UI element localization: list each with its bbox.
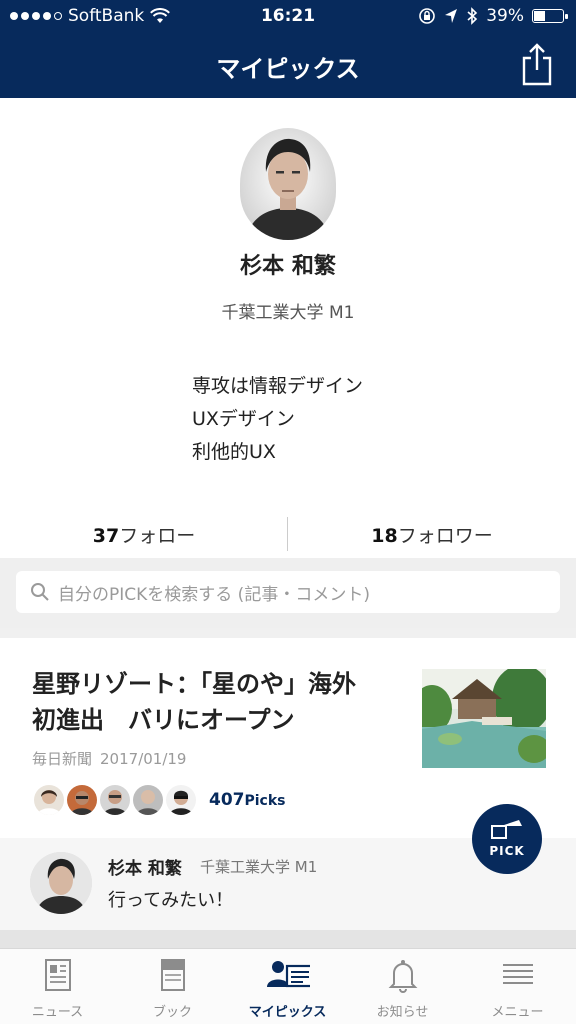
tab-label: ブック [152,1005,192,1020]
article-title[interactable]: 星野リゾート：「星のや」海外 初進出 バリにオープン [32,666,407,738]
page-title: マイピックス [216,55,360,83]
tab-book[interactable]: ブック [115,949,230,1024]
comment-affiliation: 千葉工業大学 M1 [200,858,318,876]
tab-notifications[interactable]: お知らせ [345,949,460,1024]
tab-label: お知らせ [376,1005,429,1020]
tab-label: マイピックス [248,1005,327,1020]
picker-avatar [98,783,132,817]
followers-number: 18 [371,525,398,547]
following-label: フォロー [119,525,196,547]
battery-icon [532,9,568,23]
pick-icon [491,820,522,839]
followers-label: フォロワー [397,525,493,547]
following-count[interactable]: 37フォロー [0,521,288,548]
pick-button-label: PICK [489,844,525,858]
tab-bar: ニュース ブック マイピックス お知らせ メニュー [0,948,576,1024]
battery-percent: 39% [486,6,524,26]
pickers-row[interactable]: 407Picks [32,783,286,817]
follow-stats: 37フォロー 18フォロワー [0,513,576,553]
rotation-lock-icon [419,8,436,24]
search-area: 自分のPICKを検索する (記事・コメント) [0,558,576,628]
tab-news[interactable]: ニュース [0,949,115,1024]
nav-bar: マイピックス [0,32,576,98]
tab-mypicks[interactable]: マイピックス [230,949,345,1024]
picker-avatar [65,783,99,817]
picker-avatar [32,783,66,817]
search-icon [31,583,49,601]
article-title-line: 星野リゾート：「星のや」海外 [32,670,356,698]
share-icon[interactable] [520,42,554,86]
book-icon [161,959,185,991]
search-placeholder: 自分のPICKを検索する (記事・コメント) [58,584,370,605]
location-icon [445,9,458,23]
tab-menu[interactable]: メニュー [460,949,575,1024]
followers-count[interactable]: 18フォロワー [288,521,576,548]
comment-text: 行ってみたい！ [108,890,234,911]
status-bar: SoftBank 16:21 39% [0,0,576,32]
avatar[interactable] [240,128,336,240]
picks-unit: Picks [244,793,286,809]
section-divider [0,930,576,948]
profile-bio: 専攻は情報デザイン UXデザイン 利他的UX [192,370,363,469]
search-input[interactable]: 自分のPICKを検索する (記事・コメント) [16,571,560,613]
picks-number: 407 [209,790,245,810]
article-date: 2017/01/19 [100,750,187,768]
mypicks-icon [267,961,310,988]
comment-author: 杉本 和繁 [108,859,182,879]
tab-label: ニュース [31,1005,84,1020]
following-number: 37 [92,525,120,547]
profile-name: 杉本 和繁 [240,254,336,279]
profile-affiliation: 千葉工業大学 M1 [221,303,355,323]
article-meta: 毎日新聞 2017/01/19 [32,748,186,769]
bio-line: 専攻は情報デザイン [192,375,364,397]
profile-section: 杉本 和繁 千葉工業大学 M1 専攻は情報デザイン UXデザイン 利他的UX 3… [0,98,576,558]
bio-line: UXデザイン [192,408,295,430]
menu-icon [503,964,533,984]
comment-avatar[interactable] [30,852,92,914]
picker-avatar [164,783,198,817]
pick-button[interactable]: PICK [472,804,542,874]
bell-icon [388,960,418,993]
picks-count: 407Picks [209,790,286,810]
newspaper-icon [45,959,71,991]
article-thumbnail[interactable] [422,669,546,768]
article-source: 毎日新聞 [32,750,93,768]
bluetooth-icon [467,7,478,25]
bio-line: 利他的UX [192,441,276,463]
picker-avatar [131,783,165,817]
article-title-line: 初進出 バリにオープン [32,706,295,734]
tab-label: メニュー [491,1005,544,1020]
